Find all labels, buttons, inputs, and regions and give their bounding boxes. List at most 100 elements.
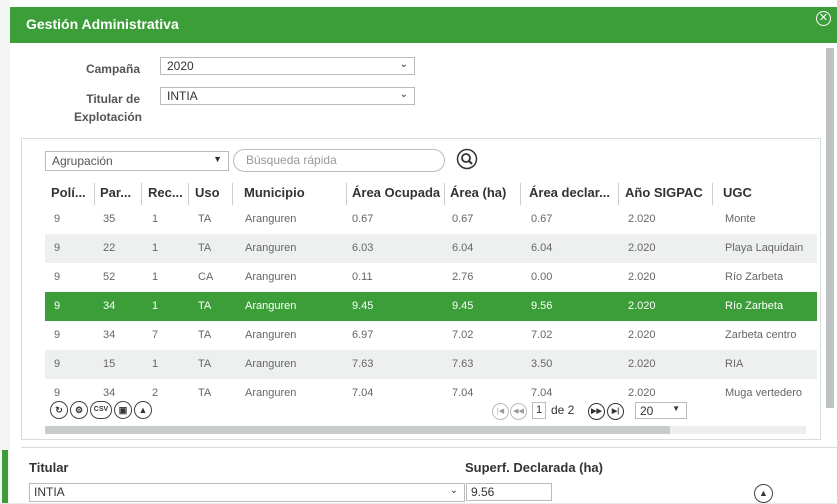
first-page-icon[interactable]: |◀ bbox=[492, 403, 509, 420]
cell-area-ha: 7.04 bbox=[452, 387, 474, 399]
table-row[interactable]: 9 15 1 TA Aranguren 7.63 7.63 3.50 2.020… bbox=[45, 350, 817, 379]
scroll-thumb[interactable] bbox=[45, 426, 670, 434]
column-divider[interactable] bbox=[712, 183, 713, 205]
titular-field-label: Titular bbox=[29, 460, 69, 475]
modal-title: Gestión Administrativa bbox=[26, 16, 179, 32]
table-row-selected[interactable]: 9 34 1 TA Aranguren 9.45 9.45 9.56 2.020… bbox=[45, 292, 817, 321]
cell-ano-sigpac: 2.020 bbox=[628, 387, 656, 399]
cell-parcela: 22 bbox=[103, 242, 116, 254]
titular-label-line1: Titular de bbox=[86, 92, 140, 106]
cell-ugc: Monte bbox=[725, 213, 756, 225]
column-divider[interactable] bbox=[141, 183, 142, 205]
cell-ano-sigpac: 2.020 bbox=[628, 271, 656, 283]
cell-poligono: 9 bbox=[54, 271, 61, 283]
csv-label: CSV bbox=[93, 406, 109, 413]
cell-parcela: 34 bbox=[103, 300, 116, 312]
page-size-select[interactable]: 20 ▼ bbox=[635, 402, 687, 419]
page-number-input[interactable]: 1 bbox=[532, 402, 546, 419]
column-divider[interactable] bbox=[346, 183, 347, 205]
horizontal-scrollbar[interactable] bbox=[45, 426, 806, 434]
column-header-recinto[interactable]: Rec... bbox=[148, 185, 183, 200]
cell-recinto: 1 bbox=[152, 271, 159, 283]
column-header-uso[interactable]: Uso bbox=[195, 185, 220, 200]
cell-uso: TA bbox=[198, 213, 212, 225]
column-header-ano-sigpac[interactable]: Año SIGPAC bbox=[625, 185, 703, 200]
cell-recinto: 1 bbox=[152, 242, 159, 254]
cell-recinto: 1 bbox=[152, 300, 159, 312]
cell-poligono: 9 bbox=[54, 300, 61, 312]
column-header-area-declarada[interactable]: Área declar... bbox=[529, 185, 610, 200]
cell-uso: TA bbox=[198, 387, 212, 399]
cell-municipio: Aranguren bbox=[245, 242, 297, 254]
cell-area-ocupada: 6.97 bbox=[352, 329, 374, 341]
cell-ano-sigpac: 2.020 bbox=[628, 358, 656, 370]
table-row[interactable]: 9 35 1 TA Aranguren 0.67 0.67 0.67 2.020… bbox=[45, 205, 817, 234]
cell-area-declarada: 9.56 bbox=[531, 300, 553, 312]
campana-select[interactable]: 2020 ⌄ bbox=[160, 57, 415, 75]
column-divider[interactable] bbox=[188, 183, 189, 205]
titular-select[interactable]: INTIA ⌄ bbox=[29, 483, 465, 502]
table-row[interactable]: 9 22 1 TA Aranguren 6.03 6.04 6.04 2.020… bbox=[45, 234, 817, 263]
save-icon[interactable]: ▣ bbox=[114, 401, 132, 419]
agrupacion-value: Agrupación bbox=[52, 154, 113, 168]
search-placeholder: Búsqueda rápida bbox=[246, 153, 337, 167]
cell-uso: TA bbox=[198, 300, 212, 312]
column-header-poligono[interactable]: Polí... bbox=[51, 185, 86, 200]
prev-page-icon[interactable]: ◀◀ bbox=[510, 403, 527, 420]
last-page-icon[interactable]: ▶| bbox=[607, 403, 624, 420]
cell-area-ha: 0.67 bbox=[452, 213, 474, 225]
cell-parcela: 15 bbox=[103, 358, 116, 370]
table-row[interactable]: 9 34 7 TA Aranguren 6.97 7.02 7.02 2.020… bbox=[45, 321, 817, 350]
next-page-icon[interactable]: ▶▶ bbox=[588, 403, 605, 420]
column-divider[interactable] bbox=[618, 183, 619, 205]
refresh-icon[interactable]: ↻ bbox=[50, 401, 68, 419]
column-divider[interactable] bbox=[232, 183, 233, 205]
cell-municipio: Aranguren bbox=[245, 329, 297, 341]
superficie-input[interactable]: 9.56 bbox=[466, 483, 552, 501]
chevron-down-icon: ▼ bbox=[672, 404, 680, 413]
delete-icon[interactable]: ▲ bbox=[134, 401, 152, 419]
cell-ano-sigpac: 2.020 bbox=[628, 242, 656, 254]
superficie-field-label: Superf. Declarada (ha) bbox=[465, 460, 603, 475]
settings-icon[interactable]: ⚙ bbox=[70, 401, 88, 419]
cell-ugc: RIA bbox=[725, 358, 744, 370]
vertical-scrollbar[interactable] bbox=[826, 48, 834, 408]
cell-poligono: 9 bbox=[54, 387, 61, 399]
chevron-down-icon: ⌄ bbox=[449, 485, 458, 496]
column-header-area-ocupada[interactable]: Área Ocupada bbox=[352, 185, 440, 200]
search-icon[interactable] bbox=[456, 148, 478, 170]
quick-search-input[interactable]: Búsqueda rápida bbox=[233, 149, 445, 172]
page-total: de 2 bbox=[551, 403, 575, 417]
cell-area-declarada: 0.67 bbox=[531, 213, 553, 225]
cell-poligono: 9 bbox=[54, 358, 61, 370]
column-header-ugc[interactable]: UGC bbox=[723, 185, 752, 200]
cell-uso: TA bbox=[198, 329, 212, 341]
background-green-mark bbox=[2, 450, 8, 503]
cell-uso: TA bbox=[198, 242, 212, 254]
close-icon[interactable]: ✕ bbox=[816, 11, 831, 26]
cell-ano-sigpac: 2.020 bbox=[628, 300, 656, 312]
titular-value: INTIA bbox=[167, 89, 198, 103]
cell-municipio: Aranguren bbox=[245, 387, 297, 399]
column-header-area-ha[interactable]: Área (ha) bbox=[450, 185, 506, 200]
titular-field-value: INTIA bbox=[34, 485, 65, 499]
chevron-down-icon: ⌄ bbox=[399, 89, 408, 100]
cell-ugc: Zarbeta centro bbox=[725, 329, 797, 341]
cell-area-ha: 7.02 bbox=[452, 329, 474, 341]
agrupacion-select[interactable]: Agrupación ▼ bbox=[45, 151, 229, 171]
column-header-municipio[interactable]: Municipio bbox=[244, 185, 305, 200]
column-divider[interactable] bbox=[520, 183, 521, 205]
titular-select[interactable]: INTIA ⌄ bbox=[160, 87, 415, 105]
csv-icon[interactable]: CSV bbox=[90, 401, 112, 419]
cell-area-ha: 7.63 bbox=[452, 358, 474, 370]
modal-dialog: Gestión Administrativa ✕ Campaña 2020 ⌄ … bbox=[10, 0, 837, 503]
cell-ugc: Playa Laquidain bbox=[725, 242, 804, 254]
cell-area-ha: 6.04 bbox=[452, 242, 474, 254]
table-row[interactable]: 9 34 2 TA Aranguren 7.04 7.04 7.04 2.020… bbox=[45, 379, 817, 399]
table-row[interactable]: 9 52 1 CA Aranguren 0.11 2.76 0.00 2.020… bbox=[45, 263, 817, 292]
column-header-parcela[interactable]: Par... bbox=[100, 185, 131, 200]
column-divider[interactable] bbox=[444, 183, 445, 205]
cell-area-declarada: 0.00 bbox=[531, 271, 553, 283]
delete-icon[interactable]: ▲ bbox=[754, 484, 773, 503]
column-divider[interactable] bbox=[94, 183, 95, 205]
